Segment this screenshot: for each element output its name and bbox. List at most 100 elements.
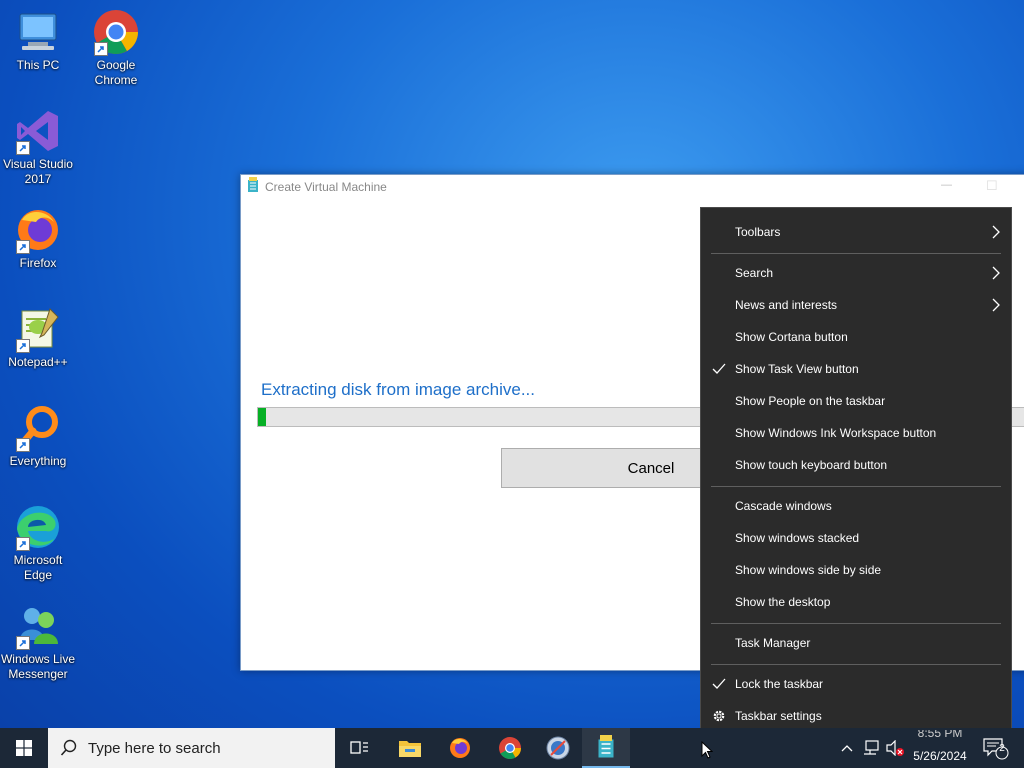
menu-item-label: Show the desktop [735,595,831,609]
chevron-right-icon [992,298,1000,312]
menu-item-show-windows-side-by-side[interactable]: Show windows side by side [701,554,1011,586]
show-hidden-icons-button[interactable] [838,728,856,768]
menu-separator [711,253,1001,254]
window-titlebar[interactable]: Create Virtual Machine — ☐ [241,175,1024,199]
progress-fill [258,408,266,426]
file-explorer-button[interactable] [386,728,434,768]
firefox-taskbar-button[interactable] [436,728,484,768]
menu-item-label: Show touch keyboard button [735,458,888,472]
volume-muted-icon [886,740,904,756]
action-center-button[interactable]: 2 [978,728,1014,768]
task-view-button[interactable] [336,728,384,768]
search-icon [60,739,77,756]
menu-item-news-and-interests[interactable]: News and interests [701,289,1011,321]
clock-time: 8:55 PM [917,730,963,740]
mouse-cursor-icon [701,741,713,759]
gear-icon [713,710,725,722]
checkmark-icon [712,363,726,374]
vm-app-icon [598,735,614,758]
desktop-icon-label: Everything [9,454,67,468]
menu-item-show-cortana-button[interactable]: Show Cortana button [701,321,1011,353]
menu-item-search[interactable]: Search [701,257,1011,289]
desktop-icon-label: This PC [16,58,60,72]
chrome-icon [499,737,521,759]
edge-icon [14,503,62,551]
windows-logo-icon [16,740,32,756]
checkmark-icon [712,678,726,689]
desktop-icon-label: Visual Studio 2017 [3,157,73,186]
menu-separator [711,623,1001,624]
chrome-icon [92,8,140,56]
desktop-icon-label: Google Chrome [94,58,138,87]
desktop-icon-visual-studio[interactable]: Visual Studio 2017 [0,107,76,187]
taskbar-context-menu: Toolbars Search News and interests Show … [700,207,1012,739]
menu-item-label: Cascade windows [735,499,832,513]
menu-separator [711,486,1001,487]
start-button[interactable] [0,728,48,768]
volume-button[interactable] [884,728,906,768]
network-button[interactable] [860,728,882,768]
desktop-icon-windows-live-messenger[interactable]: Windows Live Messenger [0,602,76,682]
desktop-icon-everything[interactable]: Everything [0,404,76,469]
menu-item-label: Search [735,266,774,280]
messenger-icon [14,602,62,650]
chevron-right-icon [992,266,1000,280]
window-title: Create Virtual Machine [265,180,387,194]
menu-item-show-windows-stacked[interactable]: Show windows stacked [701,522,1011,554]
status-text: Extracting disk from image archive... [261,380,535,399]
desktop-icon-label: Notepad++ [8,355,68,369]
menu-item-label: Toolbars [735,225,781,239]
desktop-icon-firefox[interactable]: Firefox [0,206,76,271]
menu-item-label: Show windows side by side [735,563,882,577]
menu-item-label: Lock the taskbar [735,677,824,691]
menu-item-task-manager[interactable]: Task Manager [701,627,1011,659]
desktop-icon-notepad-plus-plus[interactable]: Notepad++ [0,305,76,370]
visual-studio-icon [14,107,62,155]
menu-item-label: Show Windows Ink Workspace button [735,426,937,440]
taskbar-search-box[interactable]: Type here to search [48,728,335,768]
menu-item-show-windows-ink[interactable]: Show Windows Ink Workspace button [701,417,1011,449]
menu-item-show-task-view-button[interactable]: Show Task View button [701,353,1011,385]
menu-item-label: Taskbar settings [735,709,822,723]
notification-count-badge: 2 [999,743,1005,754]
network-icon [864,740,879,755]
chevron-up-icon [841,745,853,752]
menu-item-show-touch-keyboard[interactable]: Show touch keyboard button [701,449,1011,481]
menu-separator [711,664,1001,665]
clock[interactable]: 8:55 PM 5/26/2024 [905,728,975,768]
file-explorer-icon [399,741,421,757]
search-placeholder: Type here to search [88,739,221,757]
menu-item-show-the-desktop[interactable]: Show the desktop [701,586,1011,618]
menu-item-label: Show Task View button [735,362,859,376]
desktop-icon-label: Windows Live Messenger [0,652,76,681]
this-pc-icon [14,8,62,56]
menu-item-label: Show windows stacked [735,531,860,545]
menu-item-lock-the-taskbar[interactable]: Lock the taskbar [701,668,1011,700]
taskbar[interactable]: Type here to search 8:55 PM 5/26/2024 2 [0,728,1024,768]
menu-item-label: Show People on the taskbar [735,394,886,408]
desktop-icon-this-pc[interactable]: This PC [0,8,76,73]
menu-item-toolbars[interactable]: Toolbars [701,216,1011,248]
task-view-icon [350,741,368,754]
menu-item-label: News and interests [735,298,838,312]
minimize-button[interactable]: — [941,179,952,191]
menu-item-label: Show Cortana button [735,330,848,344]
firefox-icon [450,738,470,758]
vm-app-icon [247,176,259,198]
chevron-right-icon [992,225,1000,239]
control-panel-taskbar-button[interactable] [534,728,582,768]
notepad-plus-plus-icon [14,305,62,353]
maximize-button[interactable]: ☐ [986,178,998,194]
desktop-icon-label: Microsoft Edge [13,553,63,582]
chrome-taskbar-button[interactable] [486,728,534,768]
create-vm-taskbar-button[interactable] [582,728,630,768]
firefox-icon [14,206,62,254]
everything-search-icon [14,404,62,452]
desktop-icon-microsoft-edge[interactable]: Microsoft Edge [0,503,76,583]
menu-item-cascade-windows[interactable]: Cascade windows [701,490,1011,522]
desktop-icon-google-chrome[interactable]: Google Chrome [78,8,154,88]
desktop-icon-label: Firefox [19,256,57,270]
settings-app-icon [546,736,570,760]
menu-item-label: Task Manager [735,636,811,650]
menu-item-show-people[interactable]: Show People on the taskbar [701,385,1011,417]
